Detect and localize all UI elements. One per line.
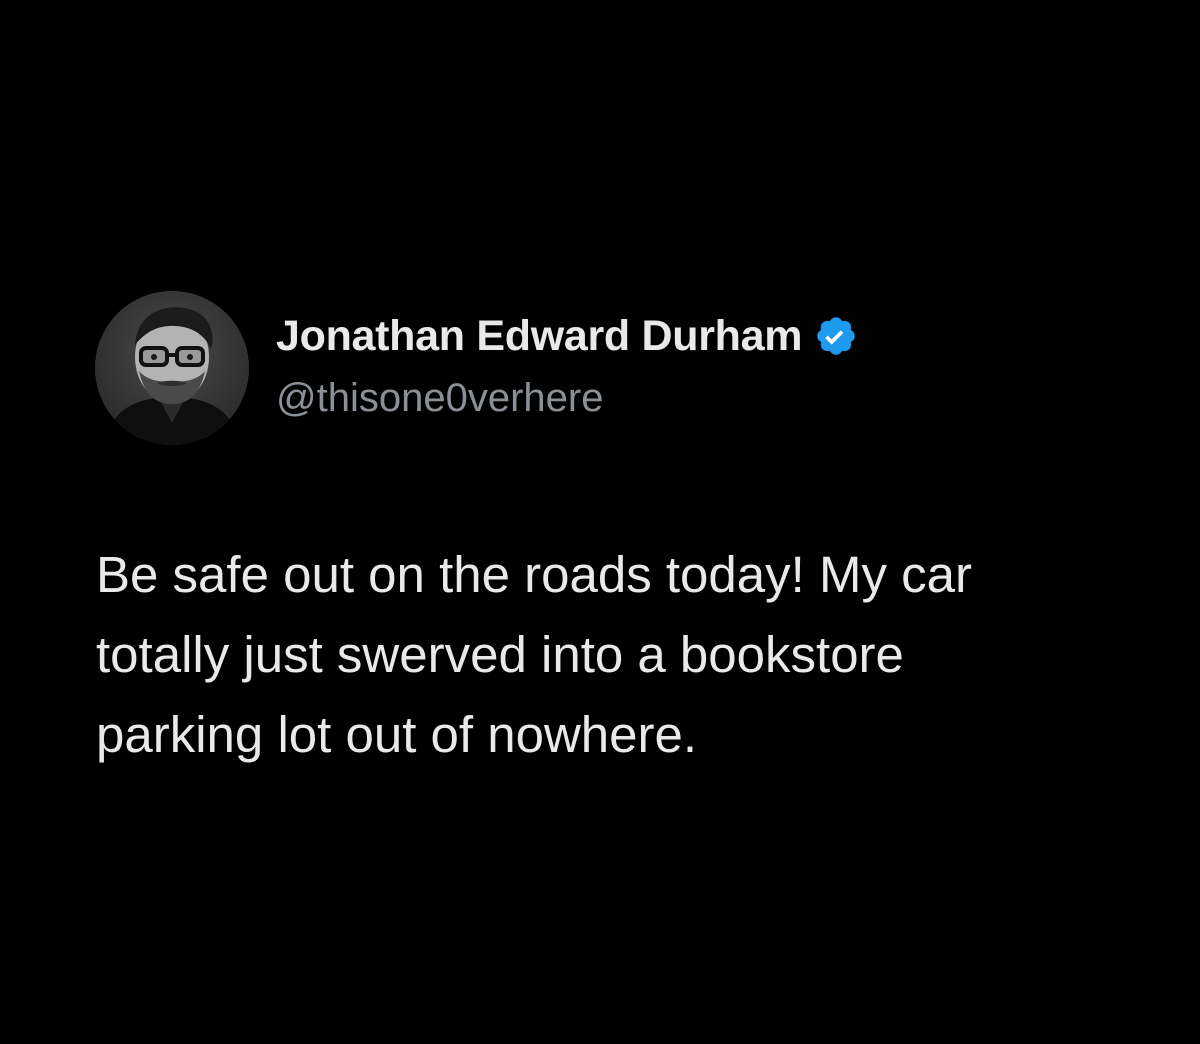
tweet-text: Be safe out on the roads today! My car t…	[96, 535, 1156, 775]
author-display-name[interactable]: Jonathan Edward Durham	[276, 312, 803, 361]
verified-badge-icon	[814, 314, 858, 358]
tweet-text-line: Be safe out on the roads today! My car	[96, 546, 972, 603]
tweet-card: Jonathan Edward Durham @thisone0verhere …	[0, 0, 1200, 1044]
tweet-text-line: parking lot out of nowhere.	[96, 706, 698, 763]
tweet-text-line: totally just swerved into a bookstore	[96, 626, 904, 683]
author-handle[interactable]: @thisone0verhere	[276, 376, 603, 421]
avatar[interactable]	[95, 291, 249, 445]
author-name-row[interactable]: Jonathan Edward Durham	[276, 308, 858, 364]
